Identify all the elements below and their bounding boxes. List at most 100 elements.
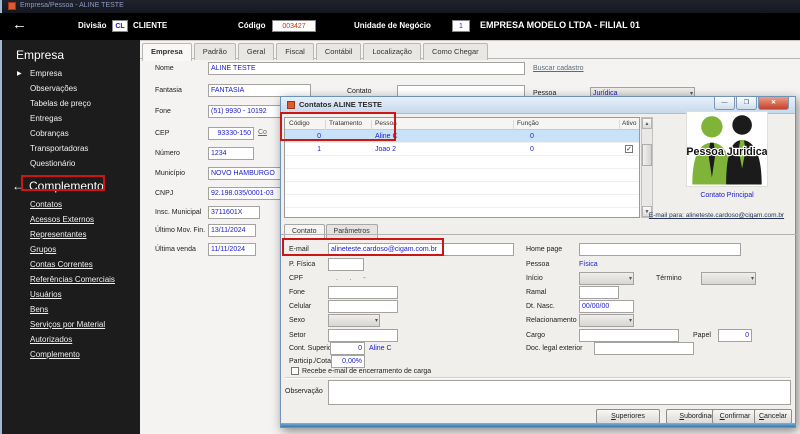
chevron-down-icon: ▾ <box>374 318 378 324</box>
col-ativo[interactable]: Ativo <box>622 120 636 127</box>
grid-header: Código Tratamento Pessoa Função Ativo <box>285 118 639 132</box>
buscar-cadastro-link[interactable]: Buscar cadastro <box>533 65 584 72</box>
dialog-title: Contatos ALINE TESTE <box>299 100 383 109</box>
papel-field[interactable]: 0 <box>718 329 752 342</box>
numero-field[interactable]: 1234 <box>208 147 254 160</box>
recebe-email-checkbox[interactable] <box>291 367 299 375</box>
nome-field[interactable]: ALINE TESTE <box>208 62 525 75</box>
col-pessoa[interactable]: Pessoa <box>375 120 397 127</box>
ultima-venda-field[interactable]: 11/11/2024 <box>208 243 256 256</box>
cargo-field[interactable] <box>579 329 679 342</box>
sidebar-item-transportadoras[interactable]: Transportadoras <box>2 141 140 156</box>
divisao-code-field[interactable]: CL <box>112 20 128 32</box>
cont-superior-field[interactable]: 0 <box>330 342 365 355</box>
observacao-textarea[interactable] <box>328 380 791 405</box>
confirmar-button[interactable]: Confirmar <box>712 409 758 424</box>
tab-localizacao[interactable]: Localização <box>363 43 421 60</box>
sidebar-item-label: Tabelas de preço <box>30 99 91 108</box>
sidebar-item-questionario[interactable]: Questionário <box>2 156 140 171</box>
main-tabstrip: Empresa Padrão Geral Fiscal Contábil Localiza… <box>140 41 800 61</box>
municipio-label: Município <box>155 170 185 177</box>
superiores-button[interactable]: Superiores <box>596 409 660 424</box>
cep-field[interactable]: 93330-150 <box>208 127 254 140</box>
email-field[interactable]: alineteste.cardoso@cigam.com.br <box>328 243 514 256</box>
fone-label: Fone <box>155 108 171 115</box>
grid-row-joao[interactable]: 1 Joao 2 0 ✓ <box>285 143 639 156</box>
back-arrow-icon[interactable]: ← <box>12 16 27 33</box>
minimize-button[interactable]: — <box>714 97 735 110</box>
sidebar-item-tabelas-de-preco[interactable]: Tabelas de preço <box>2 96 140 111</box>
tab-geral[interactable]: Geral <box>237 43 275 60</box>
setor-field[interactable] <box>328 329 398 342</box>
chevron-down-icon: ▾ <box>750 276 754 282</box>
dlg-fone-label: Fone <box>289 289 305 296</box>
tab-parametros[interactable]: Parâmetros <box>325 224 378 238</box>
cancelar-button[interactable]: Cancelar <box>754 409 792 424</box>
grid-empty-row <box>285 169 639 182</box>
scroll-up-icon[interactable]: ▲ <box>642 118 652 129</box>
pfisica-label: P. Física <box>289 261 316 268</box>
tab-fiscal[interactable]: Fiscal <box>276 43 314 60</box>
sidebar-item-empresa[interactable]: ▶ Empresa <box>2 66 140 81</box>
termino-combo[interactable]: ▾ <box>701 272 756 285</box>
col-tratamento[interactable]: Tratamento <box>329 120 362 127</box>
doc-legal-field[interactable] <box>594 342 694 355</box>
email-para-link[interactable]: E-mail para: alineteste.cardoso@cigam.co… <box>639 209 794 222</box>
ultimo-mov-field[interactable]: 13/11/2024 <box>208 224 256 237</box>
insc-municipal-field[interactable]: 3711601X <box>208 206 260 219</box>
maximize-button[interactable]: ❐ <box>736 97 757 110</box>
codigo-field[interactable]: 003427 <box>272 20 316 32</box>
sidebar-item-label: Questionário <box>30 159 76 168</box>
dtnasc-field[interactable]: 00/00/00 <box>579 300 634 313</box>
sidebar-section-empresa: Empresa <box>16 48 65 62</box>
window-title: Empresa/Pessoa - ALINE TESTE <box>20 2 124 9</box>
inicio-combo[interactable]: ▾ <box>579 272 634 285</box>
grid-scrollbar[interactable]: ▲ ▼ <box>641 117 653 218</box>
homepage-label: Home page <box>526 246 563 253</box>
sidebar-item-complemento[interactable]: Complemento <box>2 347 140 362</box>
contato-principal-link[interactable]: Contato Principal <box>686 189 768 202</box>
sidebar-item-usuarios[interactable]: Usuários <box>2 287 140 302</box>
sidebar-item-entregas[interactable]: Entregas <box>2 111 140 126</box>
tab-contabil[interactable]: Contábil <box>315 43 362 60</box>
unidade-field[interactable]: 1 <box>452 20 470 32</box>
cpf-label: CPF <box>289 275 303 282</box>
tab-como-chegar[interactable]: Como Chegar <box>422 43 488 60</box>
sexo-combo[interactable]: ▾ <box>328 314 380 327</box>
sidebar-section-complemento[interactable]: ← Complemento <box>2 171 140 197</box>
sidebar-item-referencias-comerciais[interactable]: Referências Comerciais <box>2 272 140 287</box>
sidebar-item-label: Contas Correntes <box>30 260 93 269</box>
col-codigo[interactable]: Código <box>289 120 310 127</box>
relacionamento-combo[interactable]: ▾ <box>579 314 634 327</box>
unidade-label: Unidade de Negócio <box>354 21 431 30</box>
homepage-field[interactable] <box>579 243 741 256</box>
cep-consulta-link[interactable]: Co <box>258 129 267 136</box>
scroll-thumb[interactable] <box>642 144 652 166</box>
dlg-fone-field[interactable] <box>328 286 398 299</box>
sidebar-item-autorizados[interactable]: Autorizados <box>2 332 140 347</box>
sidebar-item-contas-correntes[interactable]: Contas Correntes <box>2 257 140 272</box>
sidebar-item-label: Empresa <box>30 69 63 78</box>
ativo-checkbox-checked[interactable]: ✓ <box>625 145 633 153</box>
sidebar: Empresa ▶ Empresa Observações Tabelas de… <box>0 40 140 434</box>
sidebar-item-servicos-por-material[interactable]: Serviços por Material <box>2 317 140 332</box>
pfisica-field[interactable] <box>328 258 364 271</box>
sidebar-item-bens[interactable]: Bens <box>2 302 140 317</box>
celular-field[interactable] <box>328 300 398 313</box>
col-funcao[interactable]: Função <box>517 120 539 127</box>
sidebar-item-grupos[interactable]: Grupos <box>2 242 140 257</box>
sidebar-item-cobrancas[interactable]: Cobranças <box>2 126 140 141</box>
sidebar-section-label: Complemento <box>29 179 104 193</box>
sidebar-item-observacoes[interactable]: Observações <box>2 81 140 96</box>
tab-empresa[interactable]: Empresa <box>142 43 192 61</box>
close-button[interactable]: ✕ <box>758 97 789 110</box>
tab-padrao[interactable]: Padrão <box>193 43 236 60</box>
ramal-field[interactable] <box>579 286 619 299</box>
grid-row-aline[interactable]: 0 Aline C 0 <box>285 130 639 143</box>
sidebar-item-contatos[interactable]: Contatos <box>2 197 140 212</box>
tab-contato[interactable]: Contato <box>284 224 325 239</box>
sidebar-item-representantes[interactable]: Representantes <box>2 227 140 242</box>
person-figures-icon: Pessoa Juridica <box>685 115 769 185</box>
ultima-venda-label: Última venda <box>155 246 196 253</box>
sidebar-item-acessos-externos[interactable]: Acessos Externos <box>2 212 140 227</box>
